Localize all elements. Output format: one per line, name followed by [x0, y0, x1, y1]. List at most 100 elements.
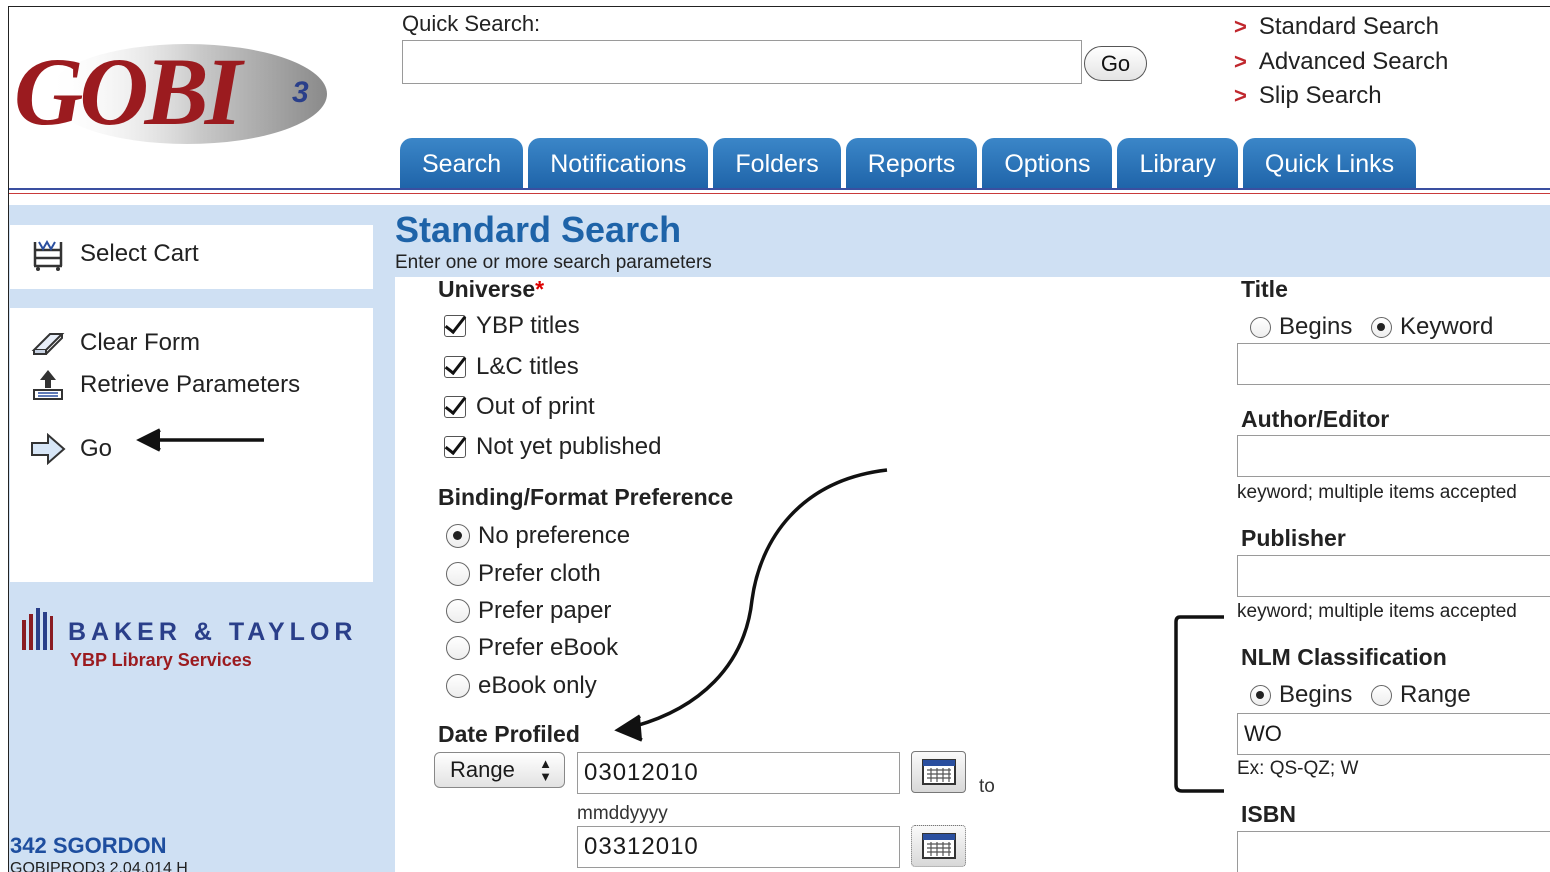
- date-format-hint: mmddyyyy: [577, 803, 668, 824]
- partner-brand-text: BAKER & TAYLOR: [68, 618, 357, 646]
- radio-icon[interactable]: [446, 562, 470, 586]
- select-cart-label: Select Cart: [80, 240, 199, 267]
- page-subtitle: Enter one or more search parameters: [395, 252, 712, 273]
- build-version: GOBIPROD3 2.04.014 H: [10, 860, 188, 872]
- required-mark: *: [535, 276, 545, 302]
- quick-search-input[interactable]: [402, 40, 1082, 84]
- checkbox-label: L&C titles: [476, 353, 579, 380]
- radio-icon[interactable]: [1371, 684, 1392, 706]
- title-begins-radio[interactable]: Begins: [1250, 313, 1352, 341]
- actions-panel: Clear Form Retrieve Parameters Go BAKER …: [10, 308, 373, 670]
- author-editor-label: Author/Editor: [1241, 406, 1390, 432]
- tab-library[interactable]: Library: [1117, 138, 1238, 190]
- partner-sub-text: YBP Library Services: [70, 650, 252, 670]
- page-header: Standard Search Enter one or more search…: [395, 205, 1550, 277]
- nlm-begins-radio[interactable]: Begins: [1250, 681, 1352, 709]
- author-editor-input[interactable]: [1237, 435, 1550, 477]
- radio-icon[interactable]: [446, 636, 470, 660]
- binding-prefer-cloth-radio[interactable]: Prefer cloth: [446, 560, 601, 588]
- radio-label: Prefer cloth: [478, 560, 601, 587]
- universe-not-yet-published-checkbox[interactable]: Not yet published: [444, 433, 661, 461]
- date-mode-value: Range: [450, 757, 515, 782]
- quick-search-go-button[interactable]: Go: [1084, 46, 1147, 81]
- nlm-classification-input[interactable]: WO: [1237, 713, 1550, 755]
- retrieve-parameters-button[interactable]: Retrieve Parameters: [28, 368, 300, 402]
- checkbox-checked-icon[interactable]: [444, 356, 466, 378]
- chevron-right-icon: >: [1234, 83, 1247, 109]
- main-nav-tabs: Search Notifications Folders Reports Opt…: [400, 138, 1417, 190]
- binding-no-preference-radio[interactable]: No preference: [446, 522, 630, 550]
- nlm-classification-label: NLM Classification: [1241, 644, 1447, 670]
- isbn-label: ISBN: [1241, 801, 1296, 827]
- logo-wordmark: GOBI: [14, 38, 246, 145]
- standard-search-link[interactable]: > Standard Search: [1234, 10, 1448, 45]
- advanced-search-link[interactable]: > Advanced Search: [1234, 45, 1448, 80]
- publisher-label: Publisher: [1241, 525, 1346, 551]
- date-from-calendar-button[interactable]: [911, 751, 966, 793]
- tab-folders[interactable]: Folders: [713, 138, 841, 190]
- tab-options[interactable]: Options: [982, 138, 1113, 190]
- cart-icon: [28, 237, 68, 271]
- binding-prefer-ebook-radio[interactable]: Prefer eBook: [446, 634, 618, 662]
- link-label: Advanced Search: [1258, 47, 1449, 75]
- clear-form-label: Clear Form: [80, 329, 201, 356]
- header-divider: [8, 188, 1550, 190]
- date-from-input[interactable]: 03012010: [577, 752, 900, 794]
- user-name[interactable]: 342 SGORDON: [10, 833, 167, 859]
- publisher-input[interactable]: [1237, 555, 1550, 597]
- checkbox-label: Not yet published: [476, 433, 662, 460]
- title-input[interactable]: [1237, 343, 1550, 385]
- checkbox-label: YBP titles: [476, 312, 580, 339]
- go-button[interactable]: Go: [28, 432, 112, 466]
- link-label: Slip Search: [1258, 82, 1382, 110]
- checkbox-checked-icon[interactable]: [444, 396, 466, 418]
- gobi-logo[interactable]: GOBI 3: [12, 22, 332, 157]
- date-profiled-label: Date Profiled: [438, 721, 580, 747]
- retrieve-parameters-label: Retrieve Parameters: [80, 371, 301, 398]
- radio-label: No preference: [478, 522, 631, 549]
- radio-selected-icon[interactable]: [1250, 684, 1271, 706]
- date-mode-select[interactable]: Range ▲ ▼: [434, 752, 565, 788]
- logo-version: 3: [292, 76, 309, 109]
- checkbox-label: Out of print: [476, 393, 595, 420]
- checkbox-checked-icon[interactable]: [444, 436, 466, 458]
- radio-label: Prefer eBook: [478, 634, 619, 661]
- isbn-input[interactable]: [1237, 831, 1550, 872]
- radio-label: Range: [1400, 681, 1471, 708]
- page-title: Standard Search: [395, 209, 682, 250]
- universe-out-of-print-checkbox[interactable]: Out of print: [444, 393, 595, 421]
- baker-taylor-logo[interactable]: BAKER & TAYLOR YBP Library Services: [20, 600, 360, 680]
- radio-selected-icon[interactable]: [446, 524, 470, 548]
- binding-prefer-paper-radio[interactable]: Prefer paper: [446, 597, 611, 625]
- nlm-range-radio[interactable]: Range: [1371, 681, 1471, 709]
- publisher-hint: keyword; multiple items accepted: [1237, 601, 1517, 622]
- radio-label: Begins: [1279, 313, 1353, 340]
- date-to-input[interactable]: 03312010: [577, 826, 900, 868]
- radio-icon[interactable]: [1250, 316, 1271, 338]
- tab-search[interactable]: Search: [400, 138, 524, 190]
- universe-lc-checkbox[interactable]: L&C titles: [444, 353, 579, 381]
- radio-icon[interactable]: [446, 599, 470, 623]
- radio-label: eBook only: [478, 672, 597, 699]
- binding-ebook-only-radio[interactable]: eBook only: [446, 672, 597, 700]
- tab-reports[interactable]: Reports: [845, 138, 978, 190]
- radio-selected-icon[interactable]: [1371, 316, 1392, 338]
- select-arrows-icon: ▲ ▼: [539, 756, 552, 784]
- date-to-calendar-button[interactable]: [911, 825, 966, 867]
- cart-panel: Select Cart: [10, 225, 373, 289]
- clear-form-button[interactable]: Clear Form: [28, 326, 200, 360]
- radio-label: Begins: [1279, 681, 1353, 708]
- quick-search-label: Quick Search:: [402, 11, 541, 36]
- select-cart-button[interactable]: Select Cart: [28, 237, 199, 271]
- checkbox-checked-icon[interactable]: [444, 315, 466, 337]
- title-keyword-radio[interactable]: Keyword: [1371, 313, 1493, 341]
- nlm-bracket: [1174, 615, 1224, 793]
- radio-label: Keyword: [1400, 313, 1494, 340]
- tab-notifications[interactable]: Notifications: [528, 138, 709, 190]
- universe-ybp-checkbox[interactable]: YBP titles: [444, 312, 580, 340]
- slip-search-link[interactable]: > Slip Search: [1234, 79, 1448, 114]
- chevron-right-icon: >: [1234, 48, 1247, 74]
- tab-quick-links[interactable]: Quick Links: [1242, 138, 1417, 190]
- left-sidebar: Select Cart Clear Form Retrieve Paramete…: [8, 205, 395, 872]
- radio-icon[interactable]: [446, 674, 470, 698]
